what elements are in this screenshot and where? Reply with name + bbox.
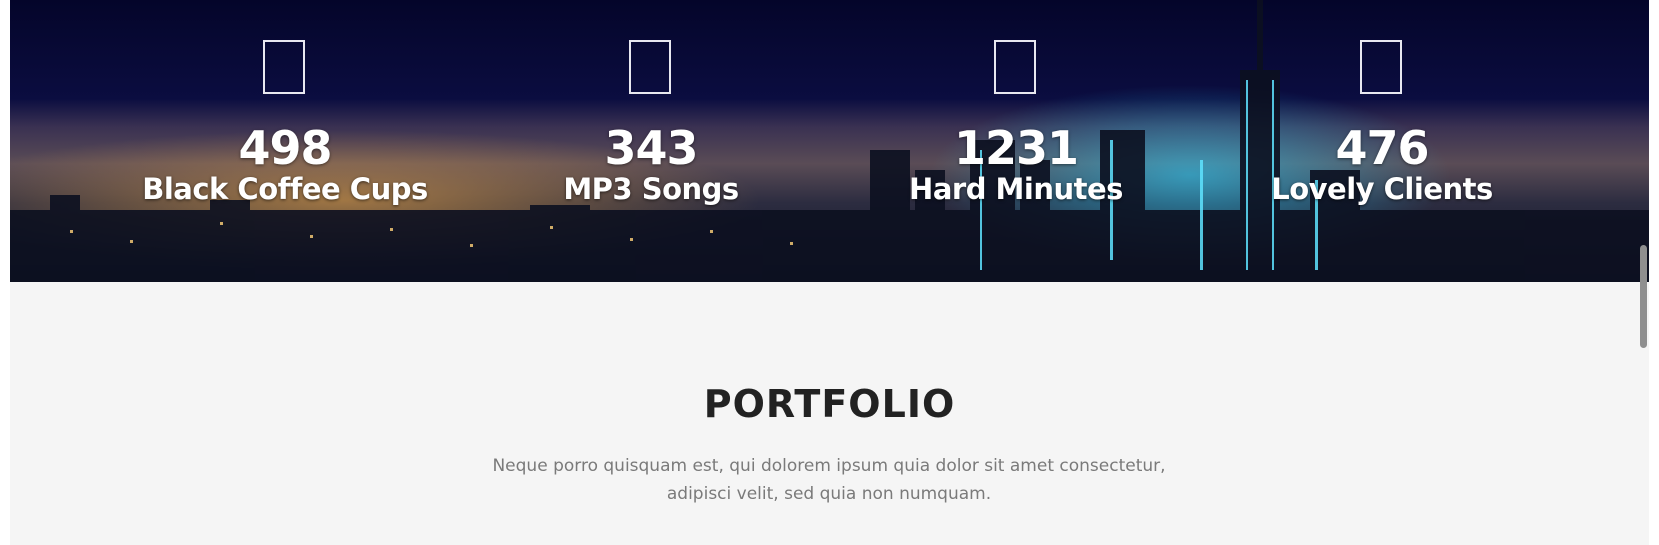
stat-label: Lovely Clients xyxy=(1271,172,1493,206)
page: 498 Black Coffee Cups 343 MP3 Songs 1231… xyxy=(0,0,1659,545)
portfolio-description-line: adipisci velit, sed quia non numquam. xyxy=(666,484,992,504)
portfolio-section: PORTFOLIO Neque porro quisquam est, qui … xyxy=(10,282,1649,545)
stats-section: 498 Black Coffee Cups 343 MP3 Songs 1231… xyxy=(10,0,1649,282)
portfolio-title: PORTFOLIO xyxy=(703,382,956,426)
broken-icon-glyph xyxy=(1360,40,1402,94)
broken-icon-glyph xyxy=(629,40,671,94)
broken-icon-glyph xyxy=(994,40,1036,94)
scrollbar-thumb[interactable] xyxy=(1640,245,1647,348)
stat-label: Hard Minutes xyxy=(909,172,1123,206)
stat-label: MP3 Songs xyxy=(563,172,739,206)
portfolio-description: Neque porro quisquam est, qui dolorem ip… xyxy=(479,452,1179,508)
portfolio-description-line: Neque porro quisquam est, qui dolorem ip… xyxy=(492,456,1166,476)
stat-label: Black Coffee Cups xyxy=(142,172,428,206)
broken-icon-glyph xyxy=(263,40,305,94)
